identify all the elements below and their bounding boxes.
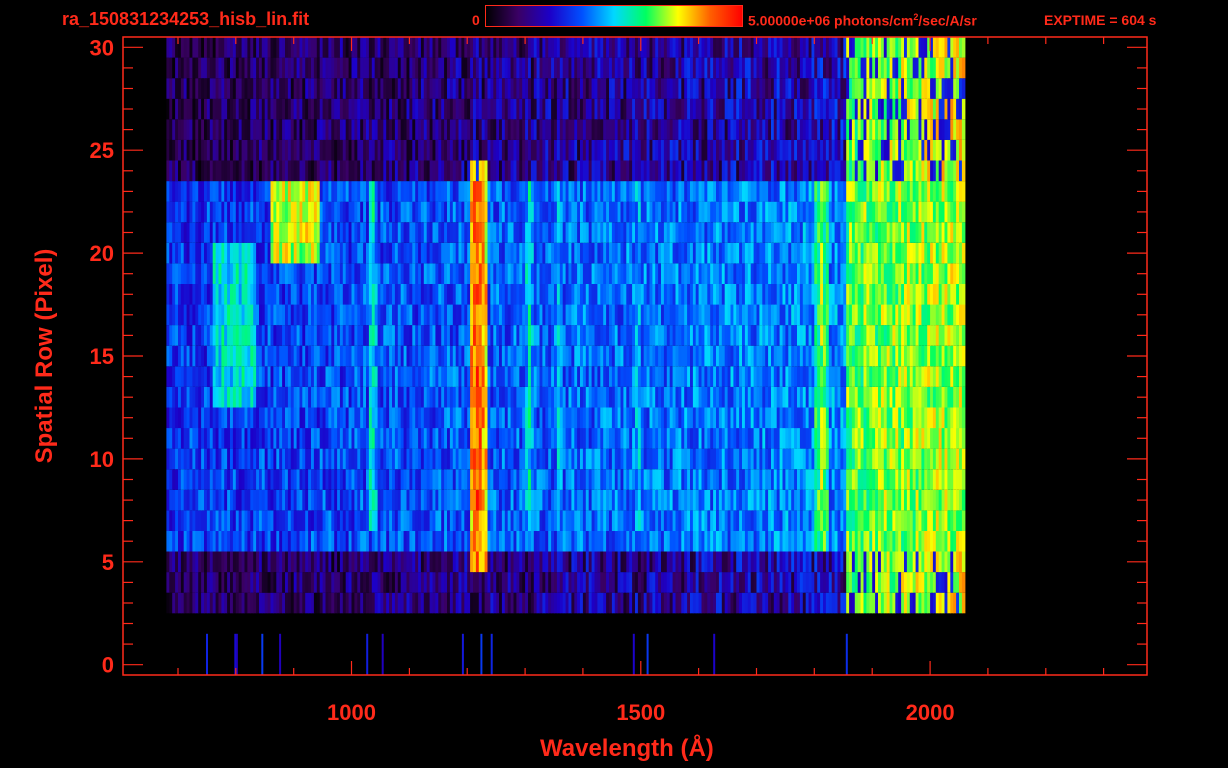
- heatmap-cell: [961, 530, 966, 552]
- heatmap-cell: [961, 469, 966, 490]
- heatmap-cell: [961, 489, 966, 511]
- heatmap-cell: [961, 592, 966, 614]
- heatmap-cell: [961, 510, 966, 531]
- heatmap-cell: [961, 551, 966, 573]
- heatmap-cell: [961, 366, 966, 387]
- heatmap-cell: [961, 304, 966, 326]
- heatmap-cell: [961, 448, 966, 470]
- heatmap-cell: [961, 407, 966, 429]
- heatmap-cell: [961, 284, 966, 305]
- heatmap-cell: [961, 428, 966, 449]
- heatmap-cell: [961, 325, 966, 346]
- heatmap-cell: [961, 345, 966, 367]
- heatmap-cell: [961, 572, 966, 593]
- heatmap-cell: [961, 386, 966, 408]
- heatmap-cell: [961, 242, 966, 264]
- heatmap-cell: [961, 263, 966, 284]
- spectrum-image-chart: 1000 1500 2000051015202530: [90, 35, 1148, 725]
- heatmap-layer: [166, 37, 966, 675]
